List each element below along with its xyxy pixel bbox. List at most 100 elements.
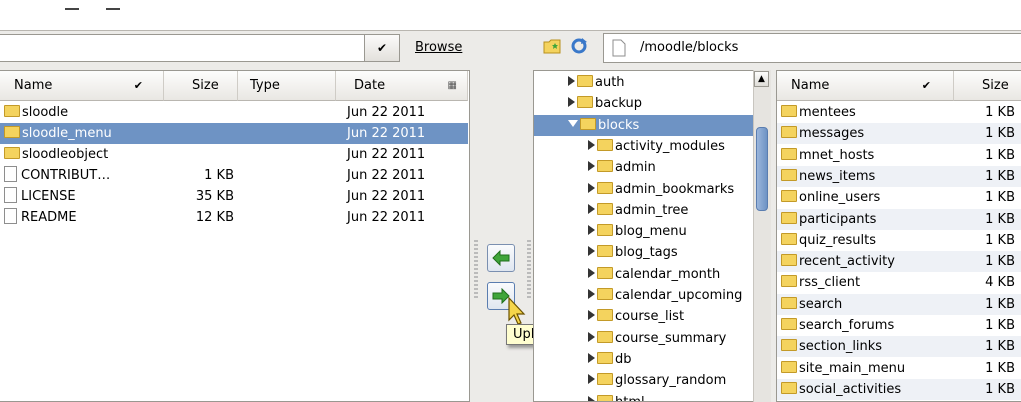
scroll-up-arrow-icon[interactable]: ▲ — [754, 71, 769, 87]
column-chooser-icon[interactable]: ▦ — [448, 71, 457, 101]
table-row[interactable]: rss_client 4 KB — [777, 272, 1021, 293]
table-row[interactable]: search 1 KB — [777, 293, 1021, 315]
new-folder-icon[interactable] — [543, 38, 561, 54]
table-row[interactable]: recent_activity 1 KB — [777, 251, 1021, 273]
file-size: 1 KB — [985, 126, 1015, 142]
tree-item-label: backup — [595, 96, 642, 112]
tree-item[interactable]: auth — [568, 72, 625, 93]
folder-icon — [597, 202, 613, 215]
file-name-cell: sloodle_menu — [4, 123, 112, 144]
table-row[interactable]: search_forums 1 KB — [777, 315, 1021, 336]
table-row[interactable]: site_main_menu 1 KB — [777, 358, 1021, 379]
tree-item-label: activity_modules — [615, 138, 725, 154]
local-path-input[interactable] — [0, 34, 400, 62]
splitter-grip-right[interactable] — [527, 240, 531, 300]
table-row[interactable]: README 12 KB Jun 22 2011 — [0, 207, 468, 228]
collapsed-triangle-icon[interactable] — [588, 352, 595, 363]
collapsed-triangle-icon[interactable] — [588, 161, 595, 172]
column-header-name[interactable]: Name ✔ — [0, 71, 164, 101]
tree-item-label: admin_tree — [615, 202, 689, 218]
collapsed-triangle-icon[interactable] — [568, 76, 575, 86]
table-row[interactable]: quiz_results 1 KB — [777, 230, 1021, 251]
tree-item-label: auth — [595, 75, 625, 90]
collapsed-triangle-icon[interactable] — [588, 374, 595, 385]
download-button[interactable] — [487, 244, 515, 272]
minimize-mark[interactable] — [65, 8, 79, 10]
tree-item[interactable]: db — [588, 349, 632, 370]
tree-item[interactable]: glossary_random — [588, 370, 726, 391]
maximize-mark[interactable] — [106, 8, 120, 10]
table-row[interactable]: sloodle Jun 22 2011 — [0, 102, 468, 123]
collapsed-triangle-icon[interactable] — [588, 139, 595, 150]
tree-item[interactable]: course_list — [588, 306, 684, 327]
file-name-cell: search_forums — [781, 315, 894, 336]
refresh-icon[interactable] — [570, 37, 588, 55]
tree-item[interactable]: backup — [568, 93, 642, 114]
tree-item-label: course_summary — [615, 330, 727, 346]
remote-file-list[interactable]: Name ✔ Size mentees 1 KB messages 1 KB mnet_… — [776, 70, 1021, 402]
table-row[interactable]: CONTRIBUT… 1 KB Jun 22 2011 — [0, 165, 468, 186]
expanded-triangle-icon[interactable] — [568, 119, 578, 127]
tree-item[interactable]: course_summary — [588, 328, 726, 349]
tree-item[interactable]: calendar_upcoming — [588, 285, 742, 306]
file-size: 1 KB — [204, 168, 234, 183]
left-arrow-icon — [492, 250, 510, 266]
tree-item[interactable]: blog_tags — [588, 242, 678, 263]
table-row[interactable]: news_items 1 KB — [777, 165, 1021, 187]
table-row[interactable]: section_links 1 KB — [777, 336, 1021, 358]
tree-item[interactable]: activity_modules — [588, 136, 725, 157]
column-header-date[interactable]: Date ▦ — [336, 71, 468, 101]
table-row[interactable]: sloodle_menu Jun 22 2011 — [0, 123, 468, 144]
table-row[interactable]: sloodleobject Jun 22 2011 — [0, 144, 468, 165]
tree-item[interactable]: blog_menu — [588, 221, 687, 242]
table-row[interactable]: participants 1 KB — [777, 208, 1021, 230]
tree-item[interactable]: calendar_month — [588, 264, 720, 285]
column-header-name-label: Name — [14, 78, 53, 93]
collapsed-triangle-icon[interactable] — [588, 225, 595, 236]
remote-column-header-name[interactable]: Name ✔ — [777, 71, 954, 101]
table-row[interactable]: mnet_hosts 1 KB — [777, 145, 1021, 166]
remote-column-header-size[interactable]: Size — [954, 71, 1021, 101]
folder-icon — [577, 96, 593, 109]
tree-scrollbar[interactable] — [753, 70, 771, 402]
table-row[interactable]: social_activities 1 KB — [777, 378, 1021, 400]
column-header-size[interactable]: Size — [164, 71, 238, 101]
table-row[interactable]: mentees 1 KB — [777, 102, 1021, 123]
file-name: LICENSE — [21, 189, 76, 204]
collapsed-triangle-icon[interactable] — [588, 182, 595, 193]
browse-button[interactable]: Browse — [415, 40, 462, 55]
collapsed-triangle-icon[interactable] — [588, 310, 595, 321]
tree-item[interactable]: admin — [588, 157, 656, 178]
collapsed-triangle-icon[interactable] — [588, 267, 595, 278]
tree-item[interactable]: admin_tree — [588, 200, 688, 221]
document-icon — [612, 39, 626, 57]
folder-icon — [597, 373, 613, 386]
table-row[interactable]: online_users 1 KB — [777, 187, 1021, 208]
tree-item-label: blocks — [598, 117, 640, 133]
local-path-dropdown-button[interactable]: ✔ — [364, 34, 400, 62]
file-name: search_forums — [799, 318, 895, 333]
collapsed-triangle-icon[interactable] — [588, 246, 595, 257]
collapsed-triangle-icon[interactable] — [588, 203, 595, 214]
remote-folder-tree[interactable]: auth backup blocks activity_modules admin adm… — [533, 70, 770, 402]
file-date: Jun 22 2011 — [347, 147, 426, 162]
tree-item[interactable]: admin_bookmarks — [588, 179, 734, 200]
folder-icon — [781, 126, 797, 139]
table-row[interactable]: messages 1 KB — [777, 123, 1021, 145]
collapsed-triangle-icon[interactable] — [588, 395, 595, 401]
collapsed-triangle-icon[interactable] — [568, 97, 575, 108]
splitter-grip-left[interactable] — [474, 240, 478, 300]
local-file-list[interactable]: Name ✔ Size Type Date ▦ sloodle Jun 22 20… — [0, 70, 470, 402]
tree-scrollbar-thumb[interactable] — [756, 127, 768, 211]
collapsed-triangle-icon[interactable] — [588, 331, 595, 342]
file-size: 1 KB — [985, 360, 1015, 376]
file-size: 12 KB — [195, 210, 234, 225]
tree-item[interactable]: html — [588, 392, 645, 401]
collapsed-triangle-icon[interactable] — [588, 289, 595, 299]
column-header-type[interactable]: Type — [238, 71, 336, 101]
tree-item[interactable]: blocks — [534, 114, 754, 136]
file-name: mentees — [799, 105, 856, 120]
file-name-cell: site_main_menu — [781, 358, 905, 379]
file-icon — [4, 166, 17, 182]
table-row[interactable]: LICENSE 35 KB Jun 22 2011 — [0, 186, 468, 207]
